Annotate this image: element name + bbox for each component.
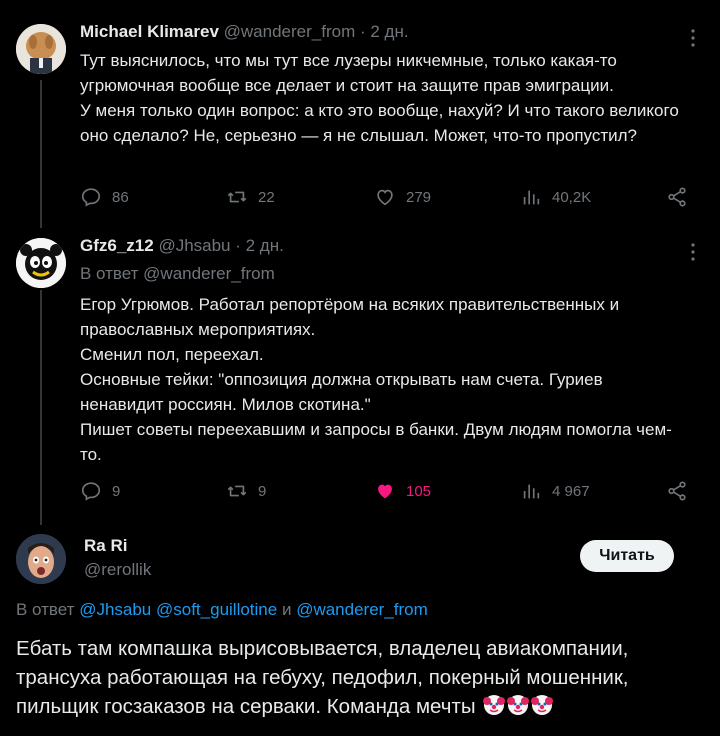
views-icon xyxy=(523,190,540,205)
like-button[interactable]: 105 xyxy=(374,480,431,502)
reply-button[interactable]: 86 xyxy=(80,186,129,208)
like-button[interactable]: 279 xyxy=(374,186,431,208)
reply-conjunction: и xyxy=(281,600,292,619)
clown-emoji xyxy=(483,695,506,715)
retweet-button[interactable]: 22 xyxy=(226,186,275,208)
avatar[interactable] xyxy=(16,24,66,74)
views-button[interactable]: 40,2K xyxy=(520,186,591,208)
retweet-count: 22 xyxy=(258,188,275,206)
reply-icon xyxy=(81,482,101,501)
main-tweet-text-block: Ебать там компашка вырисовывается, владе… xyxy=(16,634,700,721)
share-button[interactable] xyxy=(666,186,688,208)
tweet-header: Michael Klimarev @wanderer_from · 2 дн. xyxy=(80,22,409,42)
follow-button[interactable]: Читать xyxy=(580,540,674,572)
tweet-time[interactable]: · 2 дн. xyxy=(235,236,284,255)
avatar[interactable] xyxy=(16,238,66,288)
tweet-time[interactable]: · 2 дн. xyxy=(360,22,409,41)
tweet-actions: 9 9 105 4 967 xyxy=(80,480,700,506)
author-handle[interactable]: @rerollik xyxy=(84,560,151,580)
retweet-count: 9 xyxy=(258,482,267,500)
clown-emoji xyxy=(507,695,530,715)
reply-count: 86 xyxy=(112,188,129,206)
like-icon xyxy=(377,189,393,206)
like-icon xyxy=(378,484,392,499)
tweet-text: Егор Угрюмов. Работал репортёром на всяк… xyxy=(80,295,672,464)
views-icon xyxy=(523,484,540,499)
mention-jhsabu[interactable]: @Jhsabu xyxy=(79,600,151,619)
author-handle[interactable]: @wanderer_from xyxy=(224,22,356,41)
reply-icon xyxy=(81,188,101,207)
share-button[interactable] xyxy=(666,480,688,502)
retweet-icon xyxy=(227,485,247,497)
mention-wanderer-from[interactable]: @wanderer_from xyxy=(296,600,428,619)
clown-emoji-group xyxy=(481,695,554,718)
avatar[interactable] xyxy=(16,534,66,584)
views-count: 4 967 xyxy=(552,482,590,500)
like-count: 279 xyxy=(406,188,432,206)
retweet-button[interactable]: 9 xyxy=(226,480,266,502)
reply-count: 9 xyxy=(112,482,121,500)
tweet-header: Gfz6_z12 @Jhsabu · 2 дн. xyxy=(80,236,284,256)
tweet-1[interactable]: Michael Klimarev @wanderer_from · 2 дн. … xyxy=(0,0,720,230)
author-name[interactable]: Gfz6_z12 xyxy=(80,236,154,255)
tweet-text: Тут выяснилось, что мы тут все лузеры ни… xyxy=(80,51,679,145)
views-count: 40,2K xyxy=(552,188,592,206)
author-name[interactable]: Michael Klimarev xyxy=(80,22,219,41)
author-block: Ra Ri @rerollik xyxy=(84,536,151,580)
tweet-actions: 86 22 279 40,2K xyxy=(80,186,700,212)
like-count: 105 xyxy=(406,482,432,500)
views-button[interactable]: 4 967 xyxy=(520,480,590,502)
more-icon[interactable] xyxy=(690,28,696,48)
mention-soft-guillotine[interactable]: @soft_guillotine xyxy=(156,600,277,619)
reply-context: В ответ @wanderer_from xyxy=(80,264,275,283)
share-icon xyxy=(668,187,686,207)
author-name[interactable]: Ra Ri xyxy=(84,536,151,556)
reply-context: В ответ @Jhsabu @soft_guillotine и @wand… xyxy=(16,600,428,620)
retweet-icon xyxy=(227,191,247,203)
reply-button[interactable]: 9 xyxy=(80,480,120,502)
more-icon[interactable] xyxy=(690,242,696,262)
reply-prefix: В ответ xyxy=(16,600,75,619)
clown-emoji xyxy=(531,695,554,715)
share-icon xyxy=(668,481,686,501)
author-handle[interactable]: @Jhsabu xyxy=(158,236,230,255)
tweet-2[interactable]: Gfz6_z12 @Jhsabu · 2 дн. В ответ @wander… xyxy=(0,230,720,530)
